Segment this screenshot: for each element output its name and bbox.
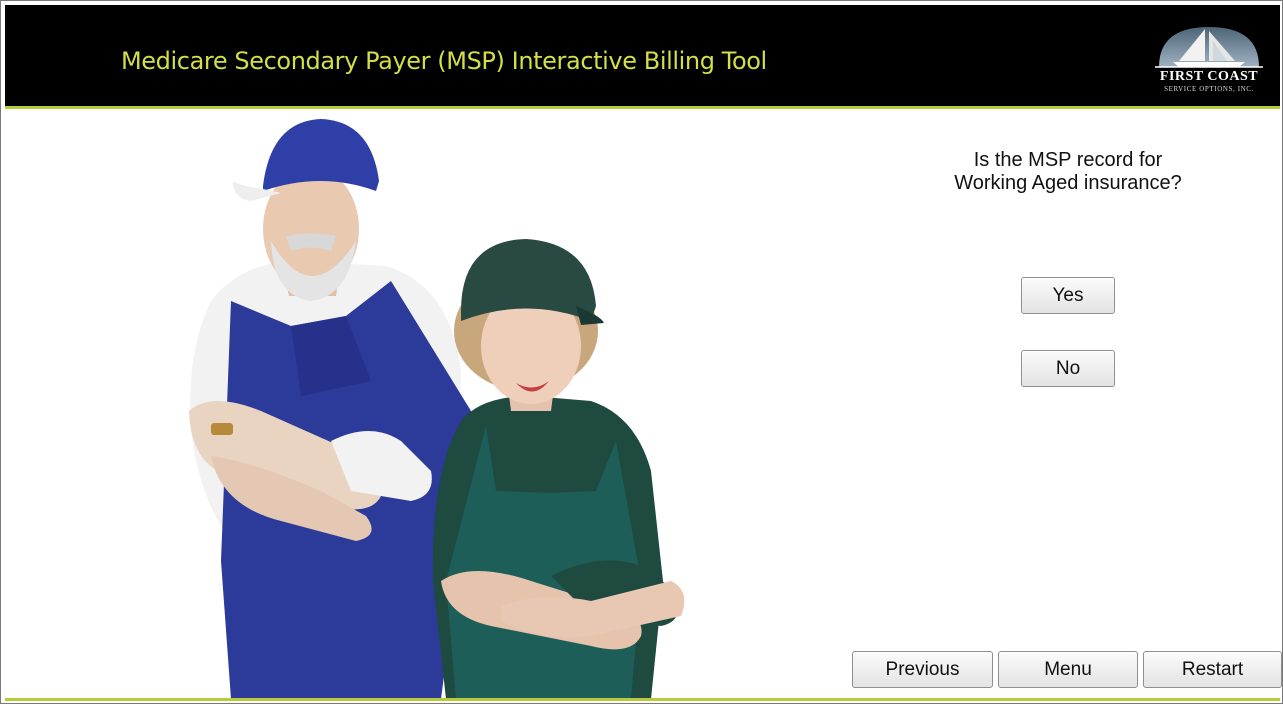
woman-figure: [432, 239, 685, 699]
logo-subtitle: SERVICE OPTIONS, INC.: [1164, 85, 1254, 93]
two-seniors-photo: [189, 119, 685, 699]
app-title: Medicare Secondary Payer (MSP) Interacti…: [121, 47, 767, 75]
question-line-1: Is the MSP record for: [973, 149, 1163, 171]
menu-button[interactable]: Menu: [998, 651, 1138, 688]
first-coast-logo: FIRST COAST SERVICE OPTIONS, INC.: [1143, 23, 1275, 99]
app-frame: Medicare Secondary Payer (MSP) Interacti…: [0, 0, 1283, 704]
no-button[interactable]: No: [1021, 350, 1115, 387]
man-figure: [189, 119, 471, 699]
restart-button[interactable]: Restart: [1143, 651, 1282, 688]
sailboat-logo-icon: [1155, 27, 1263, 68]
question-text: Is the MSP record for Working Aged insur…: [913, 149, 1223, 195]
logo-name: FIRST COAST: [1159, 69, 1259, 84]
yes-button[interactable]: Yes: [1021, 277, 1115, 314]
footer-accent-line: [5, 698, 1280, 701]
header-accent-line: [5, 106, 1280, 109]
header-bar: Medicare Secondary Payer (MSP) Interacti…: [5, 5, 1280, 106]
question-line-2: Working Aged insurance?: [954, 172, 1182, 194]
previous-button[interactable]: Previous: [852, 651, 993, 688]
